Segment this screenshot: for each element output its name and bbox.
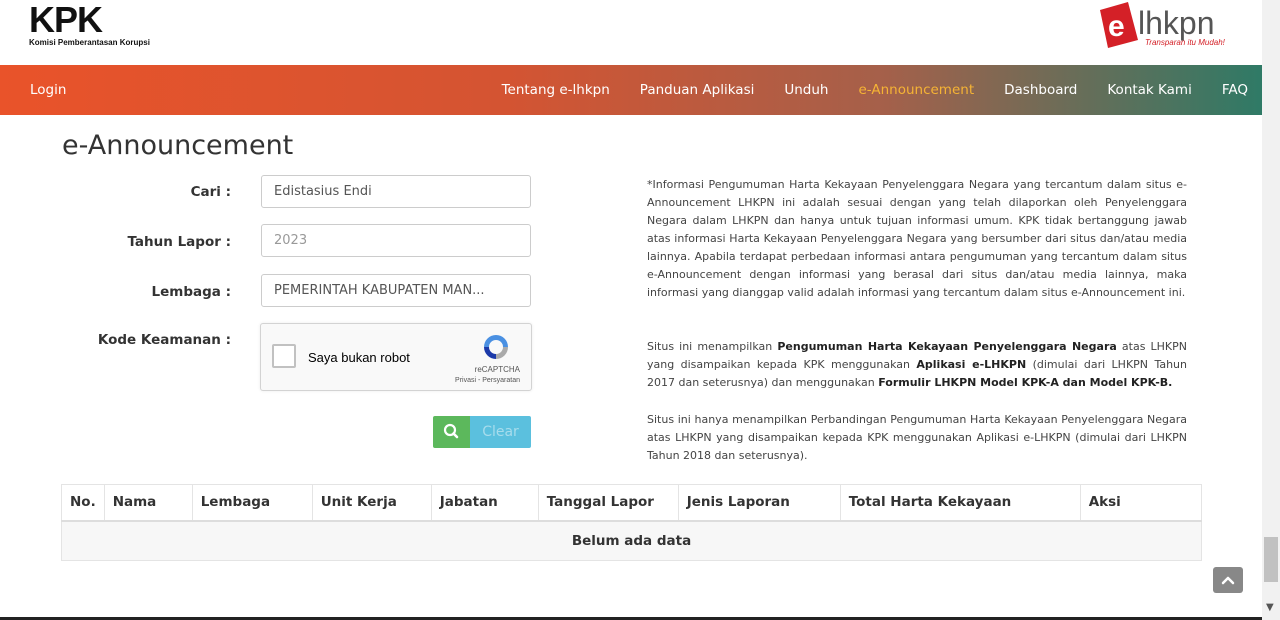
recaptcha-links[interactable]: Privasi - Persyaratan [455,377,520,384]
info-p2-bold-c: Formulir LHKPN Model KPK-A dan Model KPK… [878,376,1173,389]
col-aksi[interactable]: Aksi [1079,484,1203,522]
recaptcha-logo-icon [484,335,508,359]
kpk-logo-subtitle: Komisi Pemberantasan Korupsi [29,38,150,47]
nav-item-e-announcement[interactable]: e-Announcement [858,82,974,98]
info-paragraph-3: Situs ini hanya menampilkan Perbandingan… [647,413,1187,462]
scroll-down-arrow-icon[interactable]: ▼ [1266,602,1274,613]
table-row: Belum ada data [61,520,1202,561]
nav-item-tentang[interactable]: Tentang e-lhkpn [502,82,610,98]
clear-button[interactable]: Clear [470,416,531,448]
recaptcha-brand: reCAPTCHA [474,365,520,374]
info-paragraph-2: Situs ini menampilkan Pengumuman Harta K… [647,338,1187,392]
nav-item-unduh[interactable]: Unduh [784,82,828,98]
info-p2-text-a: Situs ini menampilkan [647,340,778,353]
info-p2-bold-b: Aplikasi e-LHKPN [916,358,1027,371]
info-paragraph-1: *Informasi Pengumuman Harta Kekayaan Pen… [647,178,1187,299]
col-nama[interactable]: Nama [103,484,193,522]
col-tanggal-lapor[interactable]: Tanggal Lapor [537,484,679,522]
table-header-row: No. Nama Lembaga Unit Kerja Jabatan Tang… [61,484,1203,522]
col-total-harta[interactable]: Total Harta Kekayaan [839,484,1081,522]
cari-input[interactable]: Edistasius Endi [261,175,531,208]
kode-keamanan-label: Kode Keamanan : [97,332,231,348]
nav-menu: Tentang e-lhkpn Panduan Aplikasi Unduh e… [472,82,1248,98]
tahun-lapor-input[interactable]: 2023 [261,224,531,257]
recaptcha-widget: Saya bukan robot reCAPTCHA Privasi - Per… [260,323,532,391]
lembaga-label: Lembaga : [151,284,231,300]
page-title: e-Announcement [62,130,294,162]
nav-item-kontak[interactable]: Kontak Kami [1107,82,1191,98]
recaptcha-checkbox[interactable] [272,344,296,368]
nav-item-panduan[interactable]: Panduan Aplikasi [640,82,755,98]
search-icon [443,423,459,439]
elhkpn-tagline: Transparan itu Mudah! [1145,38,1225,47]
nav-item-dashboard[interactable]: Dashboard [1004,82,1077,98]
kpk-logo[interactable]: KPK Komisi Pemberantasan Korupsi [29,0,150,48]
col-no[interactable]: No. [61,484,105,522]
lembaga-select[interactable]: PEMERINTAH KABUPATEN MAN... [261,274,531,307]
info-p2-bold-a: Pengumuman Harta Kekayaan Penyelenggara … [777,340,1117,353]
search-button[interactable] [433,416,470,448]
svg-text:lhkpn: lhkpn [1138,5,1215,41]
col-jabatan[interactable]: Jabatan [430,484,539,522]
elhkpn-logo[interactable]: e lhkpn Transparan itu Mudah! [1098,0,1248,55]
nav-item-faq[interactable]: FAQ [1222,82,1248,98]
results-table: No. Nama Lembaga Unit Kerja Jabatan Tang… [61,484,1203,561]
col-lembaga[interactable]: Lembaga [191,484,313,522]
scrollbar-thumb[interactable] [1264,537,1278,582]
col-jenis-laporan[interactable]: Jenis Laporan [677,484,841,522]
tahun-lapor-label: Tahun Lapor : [127,234,231,250]
scroll-to-top-button[interactable] [1213,567,1243,593]
kpk-logo-text: KPK [29,0,103,40]
col-unit-kerja[interactable]: Unit Kerja [311,484,432,522]
nav-login[interactable]: Login [30,82,66,98]
empty-table-message: Belum ada data [61,520,1202,561]
top-header: KPK Komisi Pemberantasan Korupsi e lhkpn… [0,0,1262,65]
svg-text:e: e [1108,10,1125,43]
recaptcha-label: Saya bukan robot [308,350,410,365]
page-scrollbar[interactable] [1262,0,1280,620]
cari-label: Cari : [190,184,231,200]
chevron-up-icon [1221,576,1235,585]
main-navbar: Login Tentang e-lhkpn Panduan Aplikasi U… [0,65,1262,115]
